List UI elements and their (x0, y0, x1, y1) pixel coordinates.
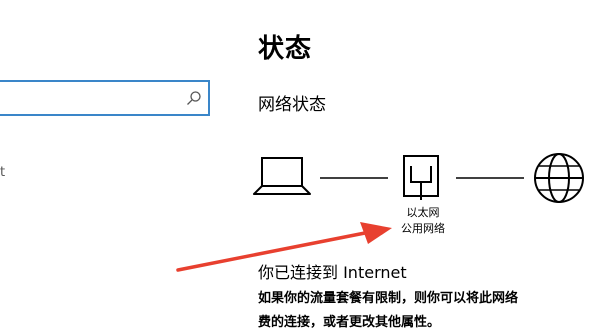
page-title: 状态 (258, 34, 313, 64)
description-line: 如果你的流量套餐有限制，则你可以将此网络 (258, 291, 519, 306)
sidebar-item-label[interactable]: t (0, 165, 5, 180)
connection-description: 如果你的流量套餐有限制，则你可以将此网络 费的连接，或者更改其他属性。 (258, 287, 590, 332)
network-type: 公用网络 (401, 222, 445, 235)
connection-status: 你已连接到 Internet (258, 263, 407, 282)
laptop-icon (253, 157, 311, 195)
search-input[interactable] (0, 80, 210, 116)
globe-icon (534, 153, 584, 203)
search-icon[interactable] (186, 90, 202, 106)
adapter-name: 以太网 (406, 206, 440, 219)
adapter-label: 以太网 公用网络 (393, 205, 453, 237)
ethernet-icon (403, 155, 439, 200)
settings-page: t 状态 网络状态 以太网 公用网络 你已连接到 Internet 如果你的流量… (0, 0, 590, 332)
section-title: 网络状态 (258, 95, 326, 115)
description-line: 费的连接，或者更改其他属性。 (258, 315, 441, 330)
